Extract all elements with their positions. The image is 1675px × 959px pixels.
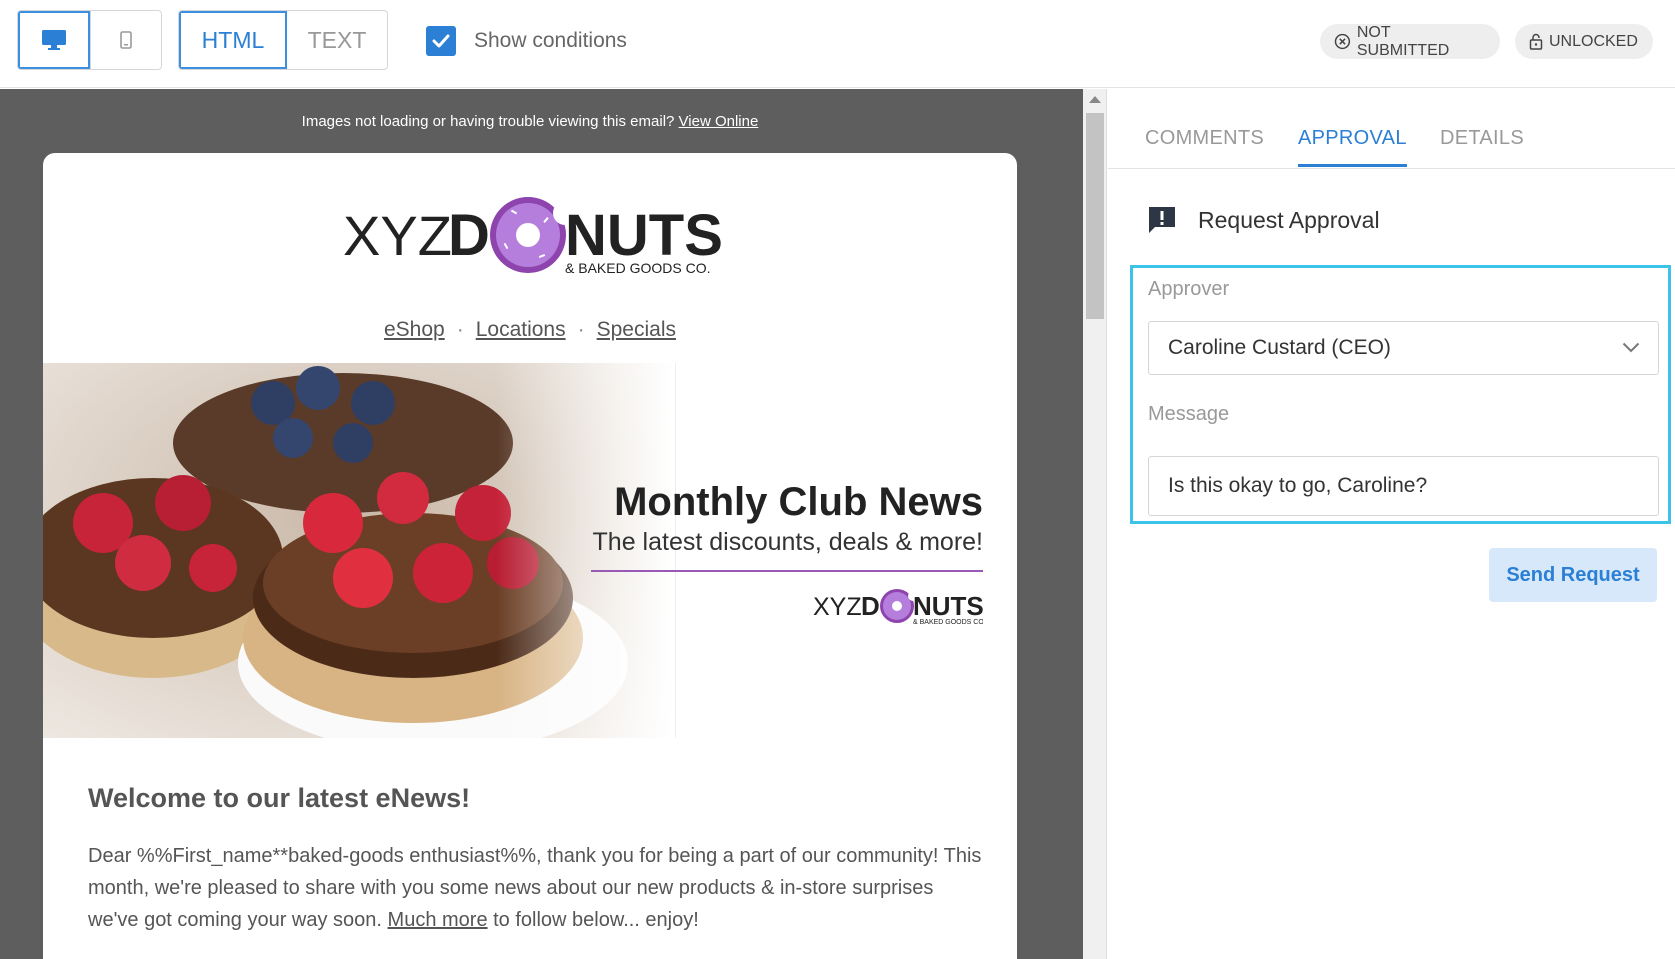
mobile-icon [119, 31, 132, 49]
hero-image [43, 363, 673, 738]
welcome-paragraph: Dear %%First_name**baked-goods enthusias… [88, 840, 988, 936]
scroll-up-arrow-icon[interactable] [1089, 96, 1101, 103]
notice-text: Images not loading or having trouble vie… [301, 113, 679, 130]
svg-text:XYZ: XYZ [813, 593, 862, 621]
svg-text:D: D [448, 203, 490, 268]
toolbar: HTML TEXT Show conditions NOT SUBMITTED … [0, 0, 1675, 88]
side-panel: COMMENTS APPROVAL DETAILS Request Approv… [1108, 89, 1675, 959]
submission-status-text: NOT SUBMITTED [1356, 23, 1450, 59]
hero-underline [591, 570, 983, 572]
nav-link-specials[interactable]: Specials [597, 318, 676, 341]
svg-text:D: D [861, 591, 880, 621]
circle-x-icon [1334, 33, 1351, 50]
show-conditions-toggle[interactable]: Show conditions [426, 26, 627, 56]
body-text-part2: to follow below... enjoy! [487, 909, 699, 931]
html-format-button[interactable]: HTML [179, 11, 287, 69]
send-request-button[interactable]: Send Request [1489, 548, 1657, 602]
email-nav: eShop · Locations · Specials [43, 318, 1017, 342]
desktop-view-button[interactable] [18, 11, 90, 69]
approval-form: Approver Caroline Custard (CEO) Message … [1130, 265, 1671, 524]
show-conditions-checkbox[interactable] [426, 26, 456, 56]
nav-separator: · [456, 318, 464, 341]
email-body: XYZ D NUTS & BAKED GOODS CO. eShop · Locat… [43, 153, 1017, 959]
svg-text:& BAKED GOODS CO.: & BAKED GOODS CO. [565, 260, 710, 276]
hero-title: Monthly Club News [614, 480, 983, 524]
desktop-icon [41, 30, 66, 50]
lock-status-badge: UNLOCKED [1515, 24, 1653, 59]
nav-separator: · [577, 318, 585, 341]
tab-comments[interactable]: COMMENTS [1145, 127, 1264, 164]
nav-link-eshop[interactable]: eShop [384, 318, 445, 341]
message-label: Message [1148, 403, 1230, 425]
view-online-link[interactable]: View Online [679, 113, 759, 130]
tab-details[interactable]: DETAILS [1440, 127, 1524, 164]
chevron-down-icon [1622, 342, 1640, 353]
email-preview-pane: Images not loading or having trouble vie… [0, 89, 1083, 959]
message-input[interactable]: Is this okay to go, Caroline? [1148, 456, 1659, 516]
submission-status-badge: NOT SUBMITTED [1320, 24, 1500, 59]
format-toggle: HTML TEXT [178, 10, 388, 70]
approver-value: Caroline Custard (CEO) [1168, 336, 1391, 359]
approver-select[interactable]: Caroline Custard (CEO) [1148, 321, 1659, 375]
side-panel-tabs: COMMENTS APPROVAL DETAILS [1108, 89, 1675, 169]
checkmark-icon [432, 34, 450, 48]
tab-approval[interactable]: APPROVAL [1298, 127, 1407, 167]
show-conditions-label: Show conditions [474, 29, 627, 52]
request-approval-header: Request Approval [1146, 204, 1380, 236]
text-format-button[interactable]: TEXT [287, 11, 387, 69]
hero-subtitle: The latest discounts, deals & more! [592, 528, 983, 556]
mobile-view-button[interactable] [89, 11, 162, 69]
unlocked-icon [1529, 33, 1543, 50]
hero-banner: Monthly Club News The latest discounts, … [43, 363, 1017, 738]
much-more-link[interactable]: Much more [388, 909, 488, 931]
svg-text:NUTS: NUTS [913, 591, 983, 621]
comment-alert-icon [1149, 207, 1175, 233]
device-toggle [17, 10, 162, 70]
view-online-notice: Images not loading or having trouble vie… [0, 113, 1060, 130]
preview-scrollbar[interactable] [1083, 89, 1107, 959]
section-title: Request Approval [1198, 206, 1380, 233]
nav-link-locations[interactable]: Locations [476, 318, 566, 341]
message-value: Is this okay to go, Caroline? [1168, 474, 1428, 497]
approver-label: Approver [1148, 278, 1230, 300]
svg-text:& BAKED GOODS CO.: & BAKED GOODS CO. [913, 619, 983, 626]
scrollbar-thumb[interactable] [1086, 113, 1104, 319]
welcome-heading: Welcome to our latest eNews! [88, 783, 471, 813]
hero-brand-logo: XYZ D NUTS & BAKED GOODS CO. [813, 589, 983, 626]
svg-text:NUTS: NUTS [565, 203, 723, 268]
brand-logo: XYZ D NUTS & BAKED GOODS CO. [343, 197, 723, 276]
svg-text:XYZ: XYZ [343, 204, 452, 267]
lock-status-text: UNLOCKED [1549, 32, 1638, 50]
